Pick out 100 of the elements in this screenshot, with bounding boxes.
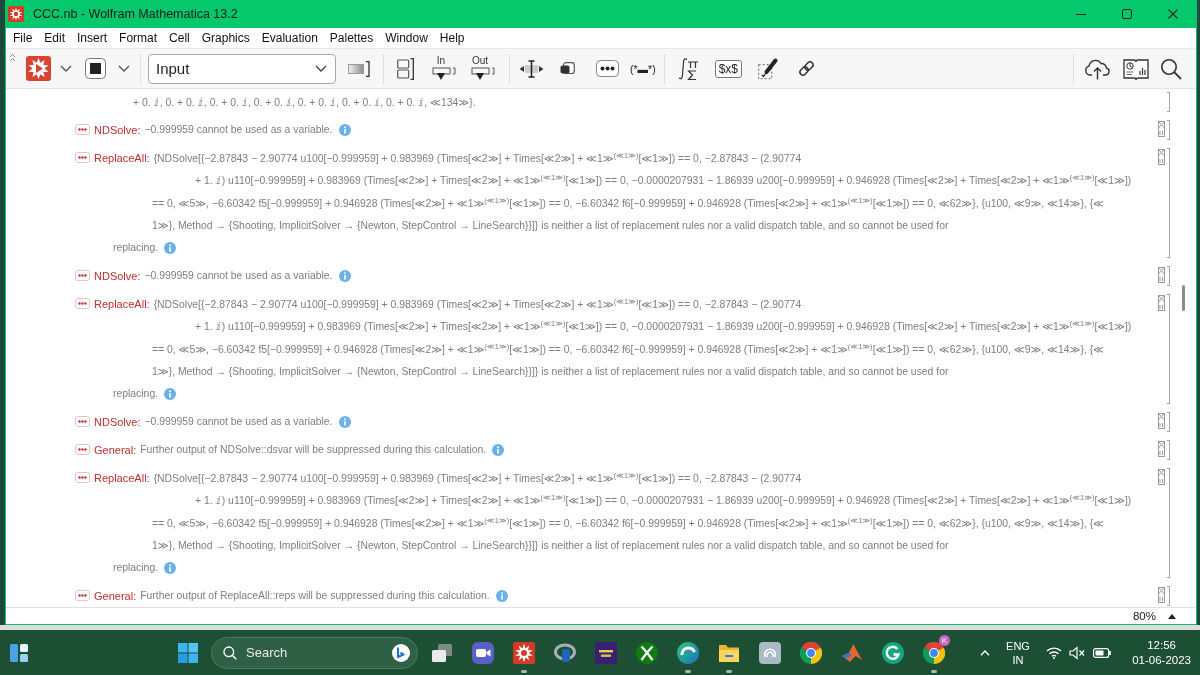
open-book-icon[interactable] bbox=[1123, 56, 1149, 81]
round-logo-icon[interactable] bbox=[392, 643, 410, 662]
cell-marker-icon bbox=[1158, 412, 1165, 429]
chevron-up-icon[interactable] bbox=[980, 649, 990, 656]
muted-speaker-icon[interactable] bbox=[1069, 645, 1085, 660]
search-field[interactable]: Search bbox=[211, 636, 418, 669]
cell-bracket[interactable] bbox=[1167, 467, 1170, 578]
menu-item[interactable]: Format bbox=[119, 31, 158, 45]
clock-date[interactable]: 01-06-2023 bbox=[1132, 652, 1191, 668]
framed-square-icon[interactable] bbox=[560, 61, 575, 76]
spikey-logo-icon[interactable] bbox=[8, 6, 24, 22]
in-button[interactable]: In bbox=[432, 56, 456, 81]
menu-item[interactable]: Graphics bbox=[201, 31, 250, 45]
link-icon[interactable] bbox=[797, 59, 817, 78]
message-text: {NDSolve[{−2.87843 − 2.90774 u100[−0.999959] + 0.983969 (Times[≪2≫] + Times[≪2≫] + ≪1≫$^{(≪1≫)}$[≪1≫]) == 0, −2.87843 − (2.90774 bbox=[153, 151, 802, 164]
caret-icon[interactable] bbox=[118, 65, 130, 72]
wifi-icon[interactable] bbox=[1046, 646, 1062, 659]
peak-logo-icon[interactable] bbox=[840, 642, 863, 663]
cell-bracket[interactable] bbox=[1167, 91, 1170, 112]
spikey-logo-icon[interactable] bbox=[512, 641, 535, 664]
cell-marker-icon bbox=[1158, 586, 1165, 603]
style-dropdown[interactable]: Input bbox=[148, 53, 336, 84]
caret-up-icon bbox=[1168, 613, 1176, 619]
message-text: −0.999959 cannot be used as a variable. bbox=[144, 270, 333, 282]
arrow-into-box-icon bbox=[432, 67, 456, 81]
menu-item[interactable]: Insert bbox=[77, 31, 108, 45]
cell-bracket[interactable] bbox=[1167, 439, 1170, 460]
cell-marker-icon bbox=[1158, 148, 1165, 165]
cell-bracket[interactable] bbox=[1167, 119, 1170, 140]
video-camera-icon[interactable] bbox=[471, 641, 494, 664]
search-icon[interactable] bbox=[1160, 57, 1182, 80]
task-view-icon[interactable] bbox=[430, 641, 453, 664]
wave-logo-icon[interactable] bbox=[676, 641, 699, 664]
comment-button[interactable]: (*▬*) bbox=[630, 62, 656, 75]
menu-item[interactable]: Window bbox=[385, 31, 428, 45]
square-logo-icon[interactable] bbox=[594, 641, 617, 664]
message-menu-button[interactable] bbox=[75, 270, 90, 282]
spikey-play-icon[interactable] bbox=[26, 56, 51, 81]
round-x-logo-icon[interactable] bbox=[635, 641, 658, 664]
minimize-icon[interactable] bbox=[1076, 13, 1086, 15]
cell-bracket[interactable] bbox=[1167, 265, 1170, 286]
pen-selection-icon[interactable] bbox=[758, 57, 779, 80]
ellipsis-icon bbox=[78, 448, 87, 452]
app-tile-icon[interactable] bbox=[758, 641, 781, 664]
resize-cursor-icon[interactable] bbox=[519, 59, 544, 78]
profile-badge: K bbox=[939, 635, 950, 646]
message-text: + 0. ⅈ, 0. + 0. ⅈ, 0. + 0. ⅈ, 0. + 0. ⅈ, 0. + 0. ⅈ, 0. + 0. ⅈ, 0. + 0. ⅈ, ≪134≫}. bbox=[133, 95, 476, 108]
close-icon[interactable] bbox=[1168, 9, 1178, 19]
segmented-circle-icon[interactable] bbox=[799, 641, 822, 664]
message-text: == 0, ≪5≫, −6.60342 f5[−0.999959] + 0.946928 (Times[≪2≫] + ≪1≫$^{(≪1≫)}$[≪1≫]) == 0, −6.60342 f6[−0.999959] + 0.946928 (Times[≪2≫] + ≪1≫$^{(≪1≫)}$[≪1≫]) == 0, ≪62≫}, {u100, ≪9≫, ≪14≫}, {≪ bbox=[152, 342, 1104, 355]
cell-bracket[interactable] bbox=[1167, 293, 1170, 404]
cell-bracket[interactable] bbox=[1167, 585, 1170, 606]
menu-item[interactable]: Cell bbox=[169, 31, 190, 45]
cell-bracket[interactable] bbox=[1167, 411, 1170, 432]
language-code[interactable]: ENG bbox=[1006, 638, 1030, 653]
message-menu-button[interactable] bbox=[75, 590, 90, 602]
cell-marker-icon bbox=[1158, 440, 1165, 457]
ellipsis-icon[interactable] bbox=[596, 60, 619, 77]
clock-time[interactable]: 12:56 bbox=[1147, 637, 1176, 653]
ring-logo-icon[interactable] bbox=[553, 641, 576, 664]
message-text: + 1. ⅈ) u110[−0.999959] + 0.983969 (Times[≪2≫] + Times[≪2≫] + ≪1≫$^{(≪1≫)}$[≪1≫]) == 0, −0.0000207931 − 1.86939 u200[−0.999959] + 0.946928 (Times[≪2≫] + Times[≪2≫] + ≪1≫$^{(≪1≫)}$[≪1≫]) bbox=[195, 494, 1132, 507]
message-menu-button[interactable] bbox=[75, 152, 90, 164]
maximize-icon[interactable] bbox=[1122, 9, 1132, 19]
cell-bracket[interactable] bbox=[1167, 147, 1170, 258]
caret-icon[interactable] bbox=[60, 65, 72, 72]
message-source: NDSolve: bbox=[94, 123, 141, 136]
window-title: CCC.nb - Wolfram Mathematica 13.2 bbox=[33, 7, 238, 21]
four-squares-icon[interactable] bbox=[178, 642, 198, 663]
battery-icon[interactable] bbox=[1093, 647, 1111, 658]
menu-item[interactable]: Help bbox=[439, 31, 465, 45]
message-text: −0.999959 cannot be used as a variable. bbox=[144, 124, 333, 136]
integral-sum-icon[interactable] bbox=[676, 56, 699, 81]
arrow-into-box-icon bbox=[471, 67, 495, 81]
cell-marker-icon bbox=[1158, 468, 1165, 485]
menu-item[interactable]: Evaluation bbox=[261, 31, 318, 45]
message-menu-button[interactable] bbox=[75, 472, 90, 484]
message-source: NDSolve: bbox=[94, 415, 141, 428]
menu-item[interactable]: File bbox=[13, 31, 33, 45]
zoom-dropdown[interactable]: 80% bbox=[1132, 610, 1176, 622]
folder-icon[interactable] bbox=[717, 642, 740, 663]
split-cell-icon[interactable] bbox=[397, 57, 414, 80]
out-button[interactable]: Out bbox=[471, 56, 495, 81]
caret-icon bbox=[315, 65, 327, 72]
menu-item[interactable]: Edit bbox=[44, 31, 66, 45]
menu-item[interactable]: Palettes bbox=[329, 31, 374, 45]
tex-button[interactable]: $x$ bbox=[714, 59, 743, 78]
segmented-circle-icon[interactable] bbox=[922, 641, 945, 664]
message-menu-button[interactable] bbox=[75, 298, 90, 310]
message-menu-button[interactable] bbox=[75, 124, 90, 136]
gradient-bracket-icon[interactable] bbox=[348, 60, 370, 77]
message-menu-button[interactable] bbox=[75, 416, 90, 428]
collapse-icon[interactable] bbox=[9, 53, 16, 62]
ellipsis-icon bbox=[78, 420, 87, 424]
cloud-upload-icon[interactable] bbox=[1084, 57, 1111, 80]
arc-logo-icon[interactable] bbox=[881, 641, 904, 664]
widgets-icon[interactable] bbox=[10, 643, 28, 662]
scrollbar-thumb[interactable] bbox=[1182, 285, 1185, 311]
message-menu-button[interactable] bbox=[75, 444, 90, 456]
region-code[interactable]: IN bbox=[1012, 652, 1024, 667]
stop-icon[interactable] bbox=[85, 58, 106, 79]
